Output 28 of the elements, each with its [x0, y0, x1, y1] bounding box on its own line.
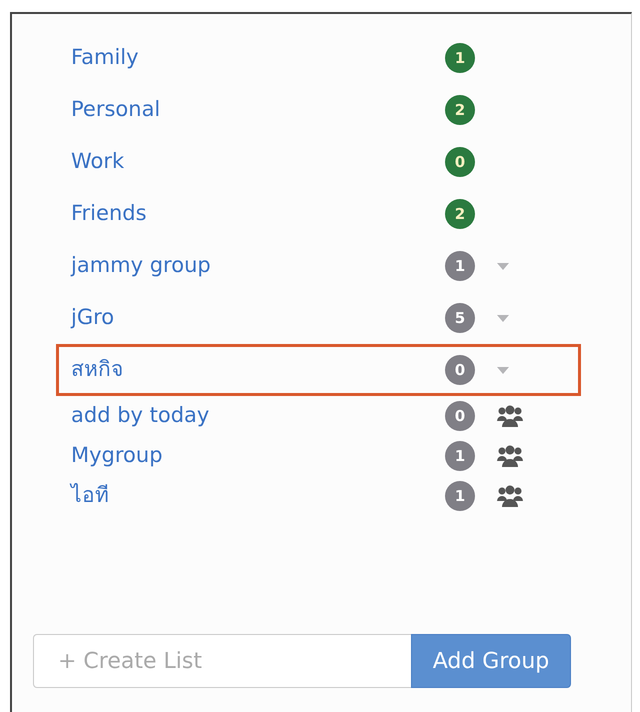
count-badge: 5	[445, 303, 475, 333]
group-link[interactable]: Family	[71, 45, 139, 70]
group-link[interactable]: สหกิจ	[71, 357, 123, 382]
list-name-field[interactable]: + Create List	[33, 634, 411, 688]
count-badge: 0	[445, 401, 475, 431]
caret-icon[interactable]	[497, 314, 509, 322]
caret-icon[interactable]	[497, 366, 509, 374]
group-link[interactable]: Personal	[71, 97, 160, 122]
group-link[interactable]: ไอที	[71, 483, 109, 508]
count-badge: 1	[445, 251, 475, 281]
count-badge: 0	[445, 147, 475, 177]
users-icon	[497, 485, 523, 507]
group-link[interactable]: Work	[71, 149, 124, 174]
count-badge: 0	[445, 355, 475, 385]
group-link[interactable]: add by today	[71, 403, 210, 428]
count-badge: 1	[445, 43, 475, 73]
group-link[interactable]: Mygroup	[71, 443, 163, 468]
users-icon	[497, 445, 523, 467]
users-icon	[497, 405, 523, 427]
group-link[interactable]: jammy group	[71, 253, 211, 278]
count-badge: 1	[445, 481, 475, 511]
group-link[interactable]: jGro	[71, 305, 114, 330]
count-badge: 2	[445, 95, 475, 125]
caret-icon[interactable]	[497, 262, 509, 270]
group-link[interactable]: Friends	[71, 201, 147, 226]
count-badge: 2	[445, 199, 475, 229]
add-group-button[interactable]: Add Group	[411, 634, 571, 688]
count-badge: 1	[445, 441, 475, 471]
